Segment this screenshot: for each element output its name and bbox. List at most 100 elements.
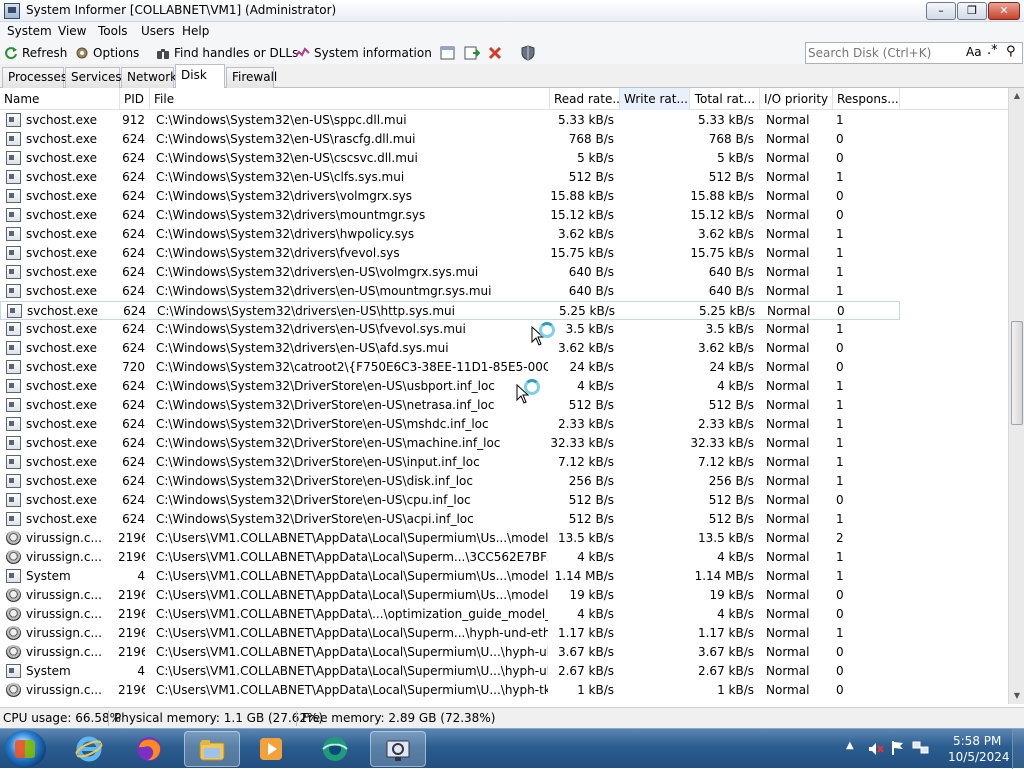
table-row[interactable]: svchost.exe 624 C:\Windows\System32\en-US\… bbox=[0, 130, 1008, 149]
find-window-icon[interactable] bbox=[464, 46, 480, 60]
io-priority: Normal bbox=[766, 189, 810, 203]
write-rate bbox=[620, 529, 684, 548]
table-row[interactable]: System 4 C:\Users\VM1.COLLABNET\AppData\Lo… bbox=[0, 662, 1008, 681]
show-desktop-button[interactable] bbox=[1012, 729, 1024, 769]
firefox-button[interactable] bbox=[122, 731, 178, 767]
table-row[interactable]: svchost.exe 624 C:\Windows\System32\en-US\… bbox=[0, 149, 1008, 168]
tab-firewall[interactable]: Firewall bbox=[226, 67, 277, 88]
table-row[interactable]: svchost.exe 624 C:\Windows\System32\driver… bbox=[0, 206, 1008, 225]
file-explorer-button[interactable] bbox=[184, 731, 240, 767]
clock-time[interactable]: 5:58 PM bbox=[953, 734, 1001, 748]
column-file[interactable]: File bbox=[150, 88, 550, 110]
scroll-down-arrow-icon[interactable]: ▼ bbox=[1009, 688, 1024, 704]
table-row[interactable]: svchost.exe 624 C:\Windows\System32\Driver… bbox=[0, 453, 1008, 472]
tab-processes[interactable]: Processes bbox=[2, 67, 67, 88]
system-information-button[interactable]: System information bbox=[296, 44, 432, 62]
media-player-button[interactable] bbox=[244, 731, 300, 767]
column-total-rate[interactable]: Total rat... bbox=[690, 88, 760, 110]
menu-users[interactable]: Users bbox=[141, 24, 175, 38]
table-row[interactable]: svchost.exe 624 C:\Windows\System32\Driver… bbox=[0, 434, 1008, 453]
table-row[interactable]: svchost.exe 624 C:\Windows\System32\driver… bbox=[0, 244, 1008, 263]
table-row[interactable]: svchost.exe 720 C:\Windows\System32\catroo… bbox=[0, 358, 1008, 377]
scroll-up-arrow-icon[interactable]: ▲ bbox=[1009, 88, 1024, 104]
tab-services[interactable]: Services bbox=[65, 67, 122, 88]
window-icon[interactable] bbox=[440, 46, 455, 60]
browser-app-button[interactable] bbox=[308, 731, 364, 767]
process-pid: 2196 bbox=[118, 626, 145, 640]
table-row[interactable]: svchost.exe 624 C:\Windows\System32\driver… bbox=[0, 320, 1008, 339]
shield-icon[interactable] bbox=[520, 45, 536, 61]
io-priority: Normal bbox=[766, 341, 810, 355]
column-read-rate[interactable]: Read rate... bbox=[550, 88, 620, 110]
table-row[interactable]: virussign.c... 2196 C:\Users\VM1.COLLABNET… bbox=[0, 605, 1008, 624]
table-row[interactable]: System 4 C:\Users\VM1.COLLABNET\AppData\Lo… bbox=[0, 567, 1008, 586]
title-bar[interactable]: System Informer [COLLABNET\VM1] (Adminis… bbox=[0, 0, 1024, 22]
match-case-button[interactable]: Aa bbox=[966, 45, 982, 59]
service-icon bbox=[6, 246, 21, 260]
search-icon[interactable]: ⚲ bbox=[1006, 44, 1016, 59]
column-name[interactable]: Name bbox=[0, 88, 120, 110]
vertical-scrollbar[interactable]: ▲ ▼ bbox=[1008, 88, 1024, 704]
find-handles-button[interactable]: Find handles or DLLs bbox=[156, 44, 298, 62]
system-informer-taskbar-button[interactable] bbox=[370, 731, 426, 767]
table-row[interactable]: svchost.exe 624 C:\Windows\System32\Driver… bbox=[0, 415, 1008, 434]
process-name: svchost.exe bbox=[26, 132, 97, 146]
clock-date[interactable]: 10/5/2024 bbox=[948, 750, 1010, 764]
table-row[interactable]: svchost.exe 624 C:\Windows\System32\driver… bbox=[0, 301, 900, 320]
table-row[interactable]: virussign.c... 2196 C:\Users\VM1.COLLABNET… bbox=[0, 643, 1008, 662]
menu-system[interactable]: System bbox=[7, 24, 52, 38]
response-time: 0 bbox=[836, 151, 844, 165]
column-response[interactable]: Respons... bbox=[833, 88, 900, 110]
volume-muted-icon[interactable] bbox=[868, 741, 884, 757]
process-pid: 624 bbox=[122, 189, 145, 203]
search-input[interactable] bbox=[808, 45, 958, 61]
table-row[interactable]: svchost.exe 624 C:\Windows\System32\driver… bbox=[0, 263, 1008, 282]
read-rate: 1 kB/s bbox=[577, 683, 614, 697]
maximize-button[interactable]: ❐ bbox=[957, 2, 987, 20]
internet-explorer-button[interactable] bbox=[62, 731, 118, 767]
table-row[interactable]: svchost.exe 624 C:\Windows\System32\driver… bbox=[0, 339, 1008, 358]
table-row[interactable]: svchost.exe 624 C:\Windows\System32\driver… bbox=[0, 187, 1008, 206]
file-path: C:\Windows\System32\catroot2\{F750E6C3-3… bbox=[156, 360, 548, 374]
response-time: 1 bbox=[836, 398, 844, 412]
total-rate: 5.25 kB/s bbox=[698, 304, 755, 318]
menu-help[interactable]: Help bbox=[182, 24, 209, 38]
refresh-button[interactable]: Refresh bbox=[4, 44, 67, 62]
tab-disk[interactable]: Disk bbox=[175, 64, 225, 89]
table-row[interactable]: svchost.exe 624 C:\Windows\System32\Driver… bbox=[0, 510, 1008, 529]
response-time: 1 bbox=[836, 284, 844, 298]
table-row[interactable]: svchost.exe 624 C:\Windows\System32\Driver… bbox=[0, 396, 1008, 415]
menu-tools[interactable]: Tools bbox=[98, 24, 128, 38]
io-priority: Normal bbox=[766, 607, 810, 621]
table-row[interactable]: virussign.c... 2196 C:\Users\VM1.COLLABNET… bbox=[0, 586, 1008, 605]
terminate-icon[interactable] bbox=[488, 46, 502, 60]
regex-button[interactable]: .* bbox=[987, 43, 998, 58]
column-write-rate[interactable]: Write rat... bbox=[620, 88, 690, 110]
scroll-thumb[interactable] bbox=[1011, 321, 1023, 425]
network-icon[interactable] bbox=[912, 740, 930, 756]
table-row[interactable]: svchost.exe 624 C:\Windows\System32\driver… bbox=[0, 225, 1008, 244]
tray-expand-icon[interactable]: ▲ bbox=[846, 740, 854, 751]
menu-view[interactable]: View bbox=[58, 24, 86, 38]
table-row[interactable]: svchost.exe 624 C:\Windows\System32\Driver… bbox=[0, 377, 1008, 396]
table-row[interactable]: svchost.exe 624 C:\Windows\System32\en-US\… bbox=[0, 168, 1008, 187]
table-row[interactable]: svchost.exe 624 C:\Windows\System32\Driver… bbox=[0, 472, 1008, 491]
table-row[interactable]: virussign.c... 2196 C:\Users\VM1.COLLABNET… bbox=[0, 529, 1008, 548]
table-row[interactable]: virussign.c... 2196 C:\Users\VM1.COLLABNET… bbox=[0, 624, 1008, 643]
search-box[interactable]: Aa .* ⚲ bbox=[805, 42, 1023, 64]
close-button[interactable]: ✕ bbox=[988, 2, 1020, 20]
table-row[interactable]: virussign.c... 2196 C:\Users\VM1.COLLABNET… bbox=[0, 681, 1008, 700]
app-icon[interactable] bbox=[4, 3, 20, 19]
table-row[interactable]: svchost.exe 624 C:\Windows\System32\Driver… bbox=[0, 491, 1008, 510]
table-row[interactable]: svchost.exe 912 C:\Windows\System32\en-US\… bbox=[0, 111, 1008, 130]
table-row[interactable]: virussign.c... 2196 C:\Users\VM1.COLLABNET… bbox=[0, 548, 1008, 567]
table-row[interactable]: svchost.exe 624 C:\Windows\System32\driver… bbox=[0, 282, 1008, 301]
options-button[interactable]: Options bbox=[75, 44, 139, 62]
minimize-button[interactable]: – bbox=[926, 2, 956, 20]
tab-network[interactable]: Network bbox=[121, 67, 177, 88]
column-pid[interactable]: PID bbox=[120, 88, 150, 110]
action-center-flag-icon[interactable] bbox=[890, 740, 906, 756]
start-button[interactable] bbox=[4, 730, 46, 768]
column-io-priority[interactable]: I/O priority bbox=[760, 88, 833, 110]
file-path: C:\Users\VM1.COLLABNET\AppData\Local\Sup… bbox=[156, 683, 548, 697]
